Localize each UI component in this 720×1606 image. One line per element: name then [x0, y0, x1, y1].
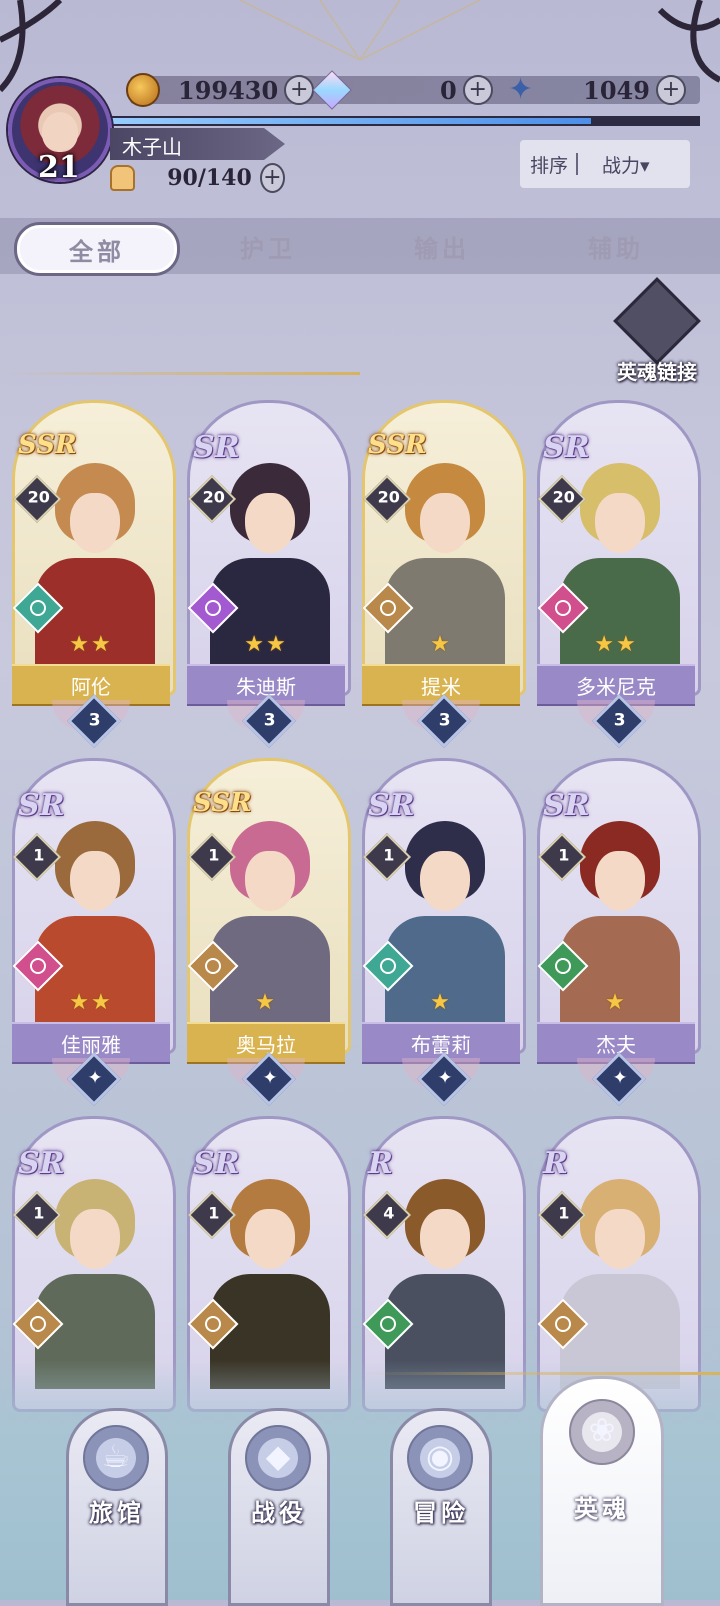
hero-level: 20 [202, 487, 225, 507]
avatar-face [42, 112, 78, 152]
rarity-badge: SR [18, 1146, 65, 1181]
gold-value: 199430 [178, 75, 279, 105]
rarity-badge: SR [543, 430, 590, 465]
hero-icon: ❀ [569, 1399, 635, 1465]
nav-adventure[interactable]: ◉ 冒险 [390, 1408, 492, 1606]
decor-gold-line [0, 372, 360, 375]
crystal-star-icon: ✦ [508, 72, 534, 107]
hero-rank: ✦ [87, 1067, 103, 1089]
hero-rank: ✦ [612, 1067, 628, 1089]
hero-level: 4 [383, 1203, 395, 1223]
hero-rank: 3 [263, 710, 276, 731]
hero-level: 1 [208, 845, 220, 865]
hero-level: 1 [33, 845, 45, 865]
hero-card[interactable]: SSR 20 ★★ 阿伦 3 [12, 400, 176, 748]
adventure-icon: ◉ [407, 1425, 473, 1491]
hero-rank: 3 [438, 710, 451, 731]
rarity-badge: SR [543, 788, 590, 823]
rarity-badge: SSR [18, 430, 77, 460]
hero-rank: ✦ [262, 1067, 278, 1089]
hero-card[interactable]: SR 20 ★★ 多米尼克 3 [537, 400, 701, 748]
hero-portrait [375, 1139, 513, 1389]
nav-campaign-label: 战役 [251, 1499, 307, 1527]
bread-icon [110, 165, 136, 191]
add-crystals-button[interactable]: + [655, 75, 686, 105]
tab-all[interactable]: 全部 [14, 222, 180, 276]
hero-card[interactable]: SR 1 ★★ 佳丽雅 ✦ [12, 758, 176, 1106]
decor-nav-line [360, 1372, 720, 1375]
sort-label: 排序 [530, 154, 569, 177]
crystal-resource: ✦ 1049 + [508, 70, 686, 110]
sort-dropdown[interactable]: 排序 战力▾ [520, 140, 690, 188]
role-tabs: 全部 护卫 输出 辅助 [0, 218, 720, 276]
gem-value: 0 [440, 75, 457, 105]
hero-stars: ★ [430, 990, 452, 1015]
xp-bar-fill [60, 118, 592, 124]
player-name: 木子山 [122, 135, 182, 159]
hero-link-label: 英魂链接 [617, 360, 697, 384]
nav-heroes[interactable]: ❀ 英魂 [540, 1376, 664, 1606]
gem-resource: 0 + [312, 70, 493, 110]
hero-stars: ★ [255, 990, 277, 1015]
tab-support[interactable]: 辅助 [536, 222, 696, 270]
rarity-badge: SSR [193, 788, 252, 818]
rarity-badge: SR [18, 788, 65, 823]
xp-bar [60, 116, 700, 126]
sort-value: 战力▾ [602, 154, 650, 177]
hero-level: 20 [552, 487, 575, 507]
hero-stars: ★★ [69, 990, 113, 1015]
lock-link-icon [613, 277, 701, 365]
hero-portrait [550, 1139, 688, 1389]
rarity-badge: SR [193, 430, 240, 465]
hero-level: 1 [558, 1203, 570, 1223]
hero-level: 1 [383, 845, 395, 865]
rarity-badge: R [368, 1146, 393, 1181]
background-sun-rays [239, 0, 481, 60]
nav-adventure-label: 冒险 [413, 1499, 469, 1527]
battle-icon: ◆ [245, 1425, 311, 1491]
hero-card[interactable]: SR 1 ★ 布蕾莉 ✦ [362, 758, 526, 1106]
gem-icon [312, 70, 352, 110]
tab-guard[interactable]: 护卫 [188, 222, 348, 270]
hero-level: 1 [558, 845, 570, 865]
add-gold-button[interactable]: + [284, 75, 315, 105]
rarity-badge: SR [193, 1146, 240, 1181]
hero-stars: ★ [605, 990, 627, 1015]
nav-campaign[interactable]: ◆ 战役 [228, 1408, 330, 1606]
nav-heroes-label: 英魂 [574, 1495, 630, 1523]
hero-rank: 3 [88, 710, 101, 731]
hero-stars: ★ [430, 632, 452, 657]
player-name-tab: 木子山 [110, 128, 285, 160]
crystal-value: 1049 [583, 75, 650, 105]
hero-level: 20 [27, 487, 50, 507]
hero-card[interactable]: SR 20 ★★ 朱迪斯 3 [187, 400, 351, 748]
nav-inn[interactable]: ☕ 旅馆 [66, 1408, 168, 1606]
sort-divider [576, 153, 579, 175]
hero-card[interactable]: SSR 1 ★ 奥马拉 ✦ [187, 758, 351, 1106]
hero-card[interactable]: SSR 20 ★ 提米 3 [362, 400, 526, 748]
hero-level: 1 [208, 1203, 220, 1223]
player-level: 21 [38, 150, 80, 185]
hero-level: 20 [377, 487, 400, 507]
stamina-value: 90/140 [167, 165, 252, 191]
hero-level: 1 [33, 1203, 45, 1223]
rarity-badge: SSR [368, 430, 427, 460]
hero-stars: ★★ [594, 632, 638, 657]
nav-inn-label: 旅馆 [89, 1499, 145, 1527]
tab-damage[interactable]: 输出 [362, 222, 522, 270]
add-gems-button[interactable]: + [462, 75, 493, 105]
stamina-display: 90/140 + [110, 162, 285, 194]
rarity-badge: SR [368, 788, 415, 823]
rarity-badge: R [543, 1146, 568, 1181]
hero-link-button[interactable]: 英魂链接 [612, 277, 702, 392]
hero-stars: ★★ [69, 632, 113, 657]
hero-card[interactable]: SR 1 ★ 杰夫 ✦ [537, 758, 701, 1106]
hero-stars: ★★ [244, 632, 288, 657]
add-stamina-button[interactable]: + [259, 163, 285, 193]
hero-rank: 3 [613, 710, 626, 731]
mug-icon: ☕ [83, 1425, 149, 1491]
gold-resource: 199430 + [126, 70, 315, 110]
gold-coin-icon [126, 73, 160, 107]
hero-rank: ✦ [437, 1067, 453, 1089]
